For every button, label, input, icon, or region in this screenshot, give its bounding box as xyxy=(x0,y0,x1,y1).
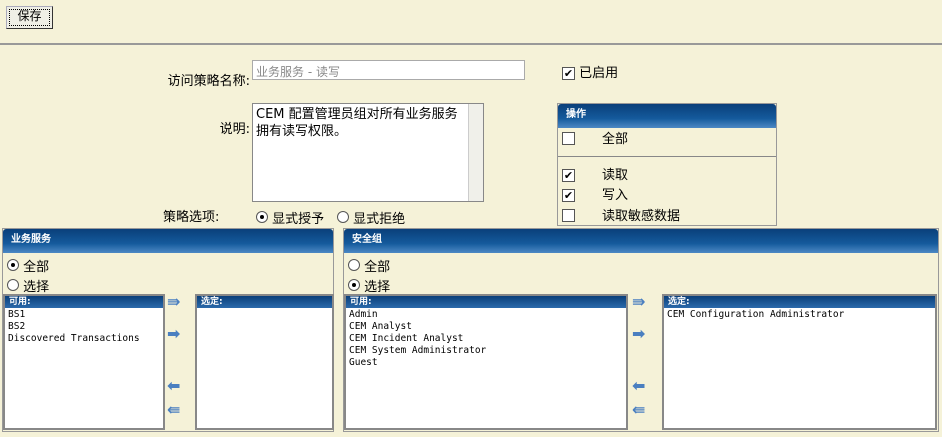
enabled-label: 已启用 xyxy=(579,66,619,81)
radio-label: 全部 xyxy=(364,260,391,275)
radio-select[interactable]: 选择 xyxy=(7,276,49,295)
description-text: CEM 配置管理员组对所有业务服务拥有读写权限。 xyxy=(256,107,458,139)
operation-label: 读取敏感数据 xyxy=(602,209,681,224)
operation-read[interactable]: ✔ xyxy=(562,168,575,183)
operation-label: 读取 xyxy=(602,168,629,183)
radio-all[interactable]: 全部 xyxy=(7,256,49,275)
add-all-arrow-icon[interactable]: ⇛ xyxy=(632,294,650,310)
policy-options-label: 策略选项: xyxy=(163,210,220,225)
operations-panel: 操作 全部 ✔ 读取 ✔ 写入 读取敏感数据 xyxy=(557,103,777,226)
list-header: 选定: xyxy=(664,296,935,308)
business-services-title: 业务服务 xyxy=(3,229,333,253)
radio-label: 选择 xyxy=(364,280,391,295)
operation-all[interactable] xyxy=(562,132,575,149)
radio-explicit-deny[interactable]: 显式拒绝 xyxy=(337,208,405,227)
selected-list[interactable]: 选定: CEM Configuration Administrator xyxy=(662,294,937,430)
business-services-panel: 业务服务 全部 选择 可用: BS1 BS2 Discovered Transacti… xyxy=(2,228,334,432)
enabled-checkbox[interactable]: ✔ 已启用 xyxy=(562,62,618,81)
operation-read-sensitive[interactable] xyxy=(562,209,575,226)
operations-title: 操作 xyxy=(558,104,776,128)
selected-list[interactable]: 选定: xyxy=(195,294,334,430)
radio-label: 显式授予 xyxy=(272,212,325,227)
radio-all[interactable]: 全部 xyxy=(348,256,390,275)
list-header: 选定: xyxy=(197,296,332,308)
list-item[interactable]: BS2 xyxy=(8,321,160,333)
list-item[interactable]: CEM Incident Analyst xyxy=(349,333,623,345)
operation-label: 写入 xyxy=(602,188,629,203)
policy-name-input[interactable]: 业务服务 - 读写 xyxy=(252,60,525,80)
list-item[interactable]: Admin xyxy=(349,309,623,321)
security-groups-title: 安全组 xyxy=(344,229,938,253)
list-item[interactable]: CEM Configuration Administrator xyxy=(667,309,932,321)
remove-all-arrow-icon[interactable]: ⇚ xyxy=(632,402,650,418)
add-arrow-icon[interactable]: ➡ xyxy=(632,326,650,342)
list-header: 可用: xyxy=(5,296,163,308)
list-item[interactable]: Guest xyxy=(349,357,623,369)
list-item[interactable]: CEM Analyst xyxy=(349,321,623,333)
description-textarea[interactable]: CEM 配置管理员组对所有业务服务拥有读写权限。 xyxy=(252,103,484,202)
radio-select[interactable]: 选择 xyxy=(348,276,390,295)
description-label: 说明: xyxy=(219,122,250,137)
list-item[interactable]: BS1 xyxy=(8,309,160,321)
radio-label: 显式拒绝 xyxy=(353,212,406,227)
scrollbar[interactable] xyxy=(468,104,483,201)
divider xyxy=(0,43,942,45)
available-list[interactable]: 可用: Admin CEM Analyst CEM Incident Analyst C… xyxy=(344,294,628,430)
save-button[interactable]: 保存 xyxy=(6,6,53,29)
remove-all-arrow-icon[interactable]: ⇚ xyxy=(167,402,185,418)
radio-label: 全部 xyxy=(23,260,50,275)
available-list[interactable]: 可用: BS1 BS2 Discovered Transactions xyxy=(3,294,165,430)
remove-arrow-icon[interactable]: ⬅ xyxy=(167,378,185,394)
operation-all-label: 全部 xyxy=(602,132,629,147)
add-arrow-icon[interactable]: ➡ xyxy=(167,326,185,342)
divider xyxy=(558,156,776,157)
add-all-arrow-icon[interactable]: ⇛ xyxy=(167,294,185,310)
radio-label: 选择 xyxy=(23,280,50,295)
list-header: 可用: xyxy=(346,296,626,308)
list-item[interactable]: CEM System Administrator xyxy=(349,345,623,357)
policy-name-label: 访问策略名称: xyxy=(167,74,250,89)
radio-explicit-grant[interactable]: 显式授予 xyxy=(256,208,324,227)
security-groups-panel: 安全组 全部 选择 可用: Admin CEM Analyst CEM Inciden… xyxy=(343,228,939,432)
list-item[interactable]: Discovered Transactions xyxy=(8,333,160,345)
operation-write[interactable]: ✔ xyxy=(562,188,575,203)
remove-arrow-icon[interactable]: ⬅ xyxy=(632,378,650,394)
